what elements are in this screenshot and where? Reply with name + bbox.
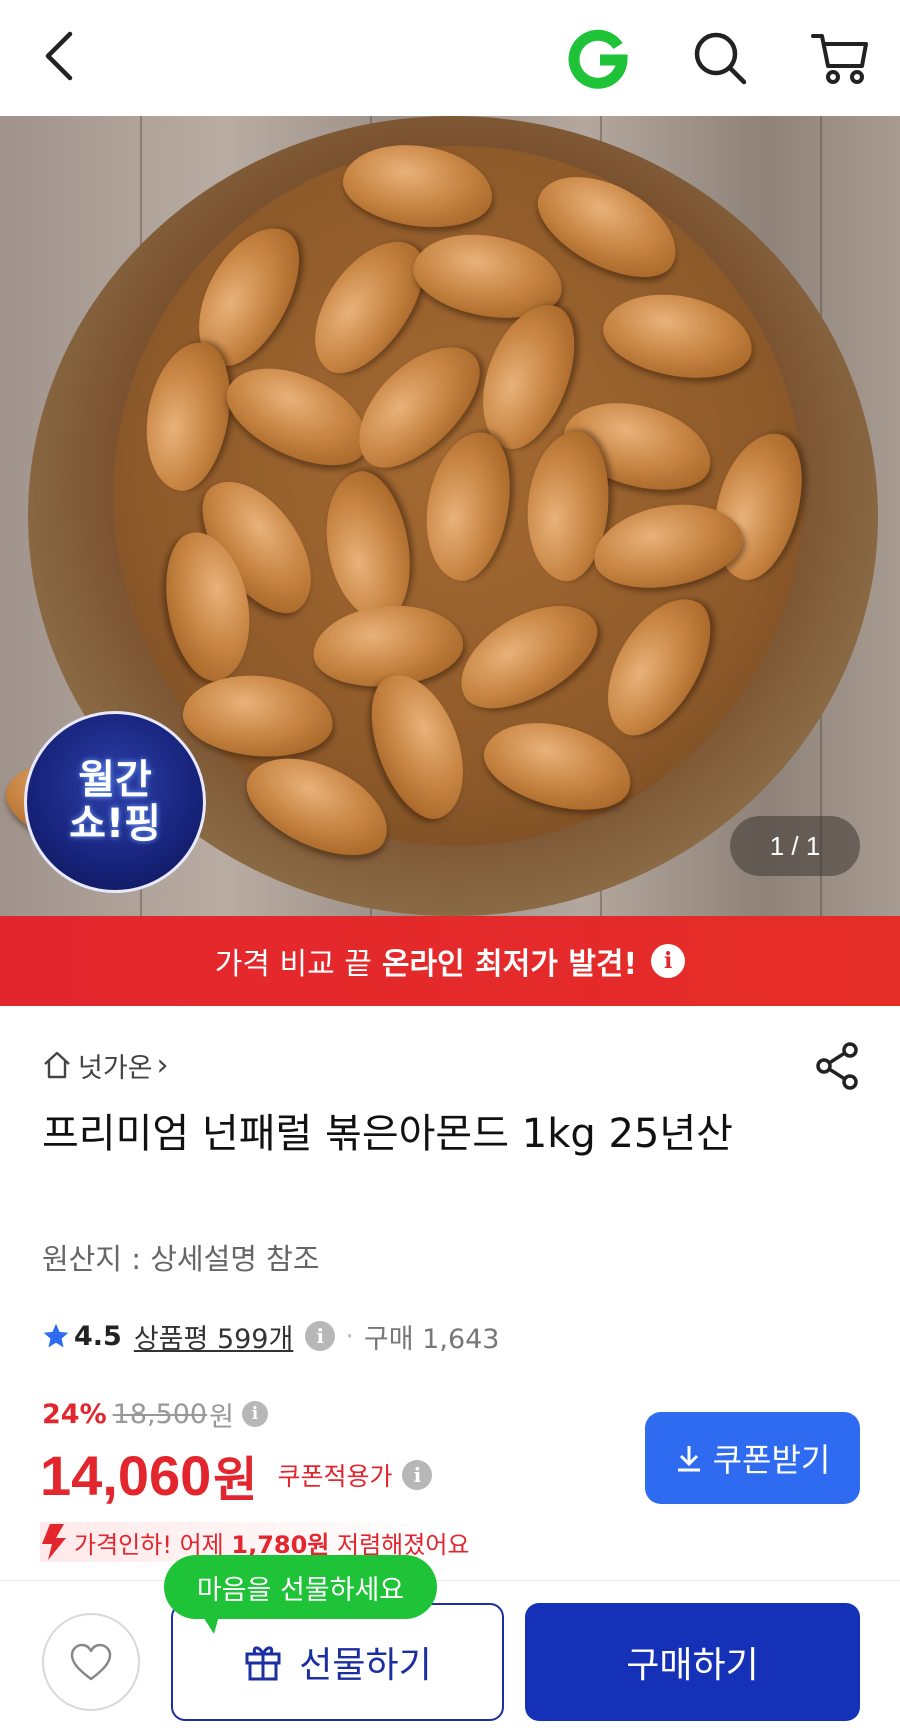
info-icon[interactable]: i	[305, 1321, 336, 1351]
almond	[233, 738, 403, 874]
back-button[interactable]	[30, 20, 90, 92]
tooltip-tail	[200, 1612, 220, 1634]
almond	[415, 425, 521, 587]
final-price-unit: 원	[213, 1452, 258, 1508]
lowest-price-banner[interactable]: 가격 비교 끝 온라인 최저가 발견! i	[0, 916, 900, 1006]
buy-button-label: 구매하기	[626, 1645, 759, 1686]
buy-button[interactable]: 구매하기	[525, 1603, 860, 1721]
bottom-action-bar: 선물하기 구매하기	[0, 1580, 900, 1728]
origin-text: 원산지 : 상세설명 참조	[42, 1242, 320, 1276]
original-price-row: 24% 18,500 원 i	[42, 1394, 268, 1434]
cart-button[interactable]	[800, 22, 880, 94]
banner-highlight: 온라인 최저가 발견!	[381, 947, 638, 982]
discount-rate: 24%	[42, 1398, 107, 1430]
info-icon[interactable]: i	[241, 1401, 268, 1427]
rating-row: 4.5 상품평 599개 i · 구매 1,643	[42, 1316, 499, 1356]
almond	[585, 581, 731, 751]
bowl-interior	[113, 135, 817, 874]
almond	[315, 465, 421, 627]
home-icon	[44, 1051, 70, 1079]
wishlist-button[interactable]	[42, 1613, 140, 1711]
almond	[597, 283, 759, 389]
gift-tooltip-bubble: 마음을 선물하세요	[164, 1555, 437, 1619]
gift-button-label: 선물하기	[299, 1645, 432, 1686]
almond	[443, 583, 613, 729]
gmarket-g-logo	[568, 29, 628, 89]
almond	[338, 135, 498, 237]
info-icon[interactable]: i	[651, 944, 686, 978]
get-coupon-button[interactable]: 쿠폰받기	[645, 1412, 860, 1504]
download-icon	[677, 1446, 700, 1472]
final-price: 14,060	[40, 1443, 212, 1507]
separator-dot: ·	[345, 1320, 354, 1352]
home-logo-button[interactable]	[560, 22, 636, 94]
gift-icon	[245, 1646, 281, 1681]
coupon-price-label: 쿠폰적용가	[277, 1462, 393, 1491]
chevron-right-icon: ›	[156, 1047, 169, 1083]
final-price-row: 14,060 원 쿠폰적용가 i	[40, 1440, 433, 1510]
heart-icon	[70, 1643, 112, 1681]
search-icon	[694, 32, 747, 85]
almond	[179, 669, 337, 763]
star-icon	[43, 1323, 69, 1348]
purchase-count: 구매 1,643	[363, 1323, 500, 1355]
coupon-button-label: 쿠폰받기	[712, 1441, 831, 1479]
original-price: 18,500	[112, 1398, 208, 1430]
rating-score: 4.5	[74, 1320, 122, 1352]
down-arrow-icon	[42, 1524, 66, 1560]
share-button[interactable]	[812, 1040, 868, 1096]
banner-prefix: 가격 비교 끝	[214, 947, 372, 982]
image-counter: 1 / 1	[730, 816, 860, 876]
store-name: 넛가온	[78, 1052, 153, 1084]
chevron-left-icon	[45, 31, 73, 81]
store-link[interactable]: 넛가온 ›	[42, 1045, 169, 1085]
original-price-unit: 원	[209, 1401, 234, 1433]
badge-line1: 월간	[78, 757, 152, 803]
gift-button[interactable]: 선물하기	[171, 1603, 504, 1721]
top-bar	[0, 0, 900, 116]
monthly-shopping-badge: 월간 쇼!핑	[24, 711, 206, 893]
badge-line2: 쇼!핑	[69, 801, 161, 847]
product-title: 프리미엄 넌패럴 볶은아몬드 1kg 25년산	[42, 1111, 733, 1157]
reviews-link[interactable]: 상품평 599개	[134, 1317, 293, 1356]
cart-icon	[811, 34, 868, 84]
product-image-carousel[interactable]: 월간 쇼!핑 1 / 1	[0, 116, 900, 916]
search-button[interactable]	[680, 22, 760, 94]
info-icon[interactable]: i	[402, 1460, 433, 1490]
share-icon	[816, 1042, 858, 1090]
